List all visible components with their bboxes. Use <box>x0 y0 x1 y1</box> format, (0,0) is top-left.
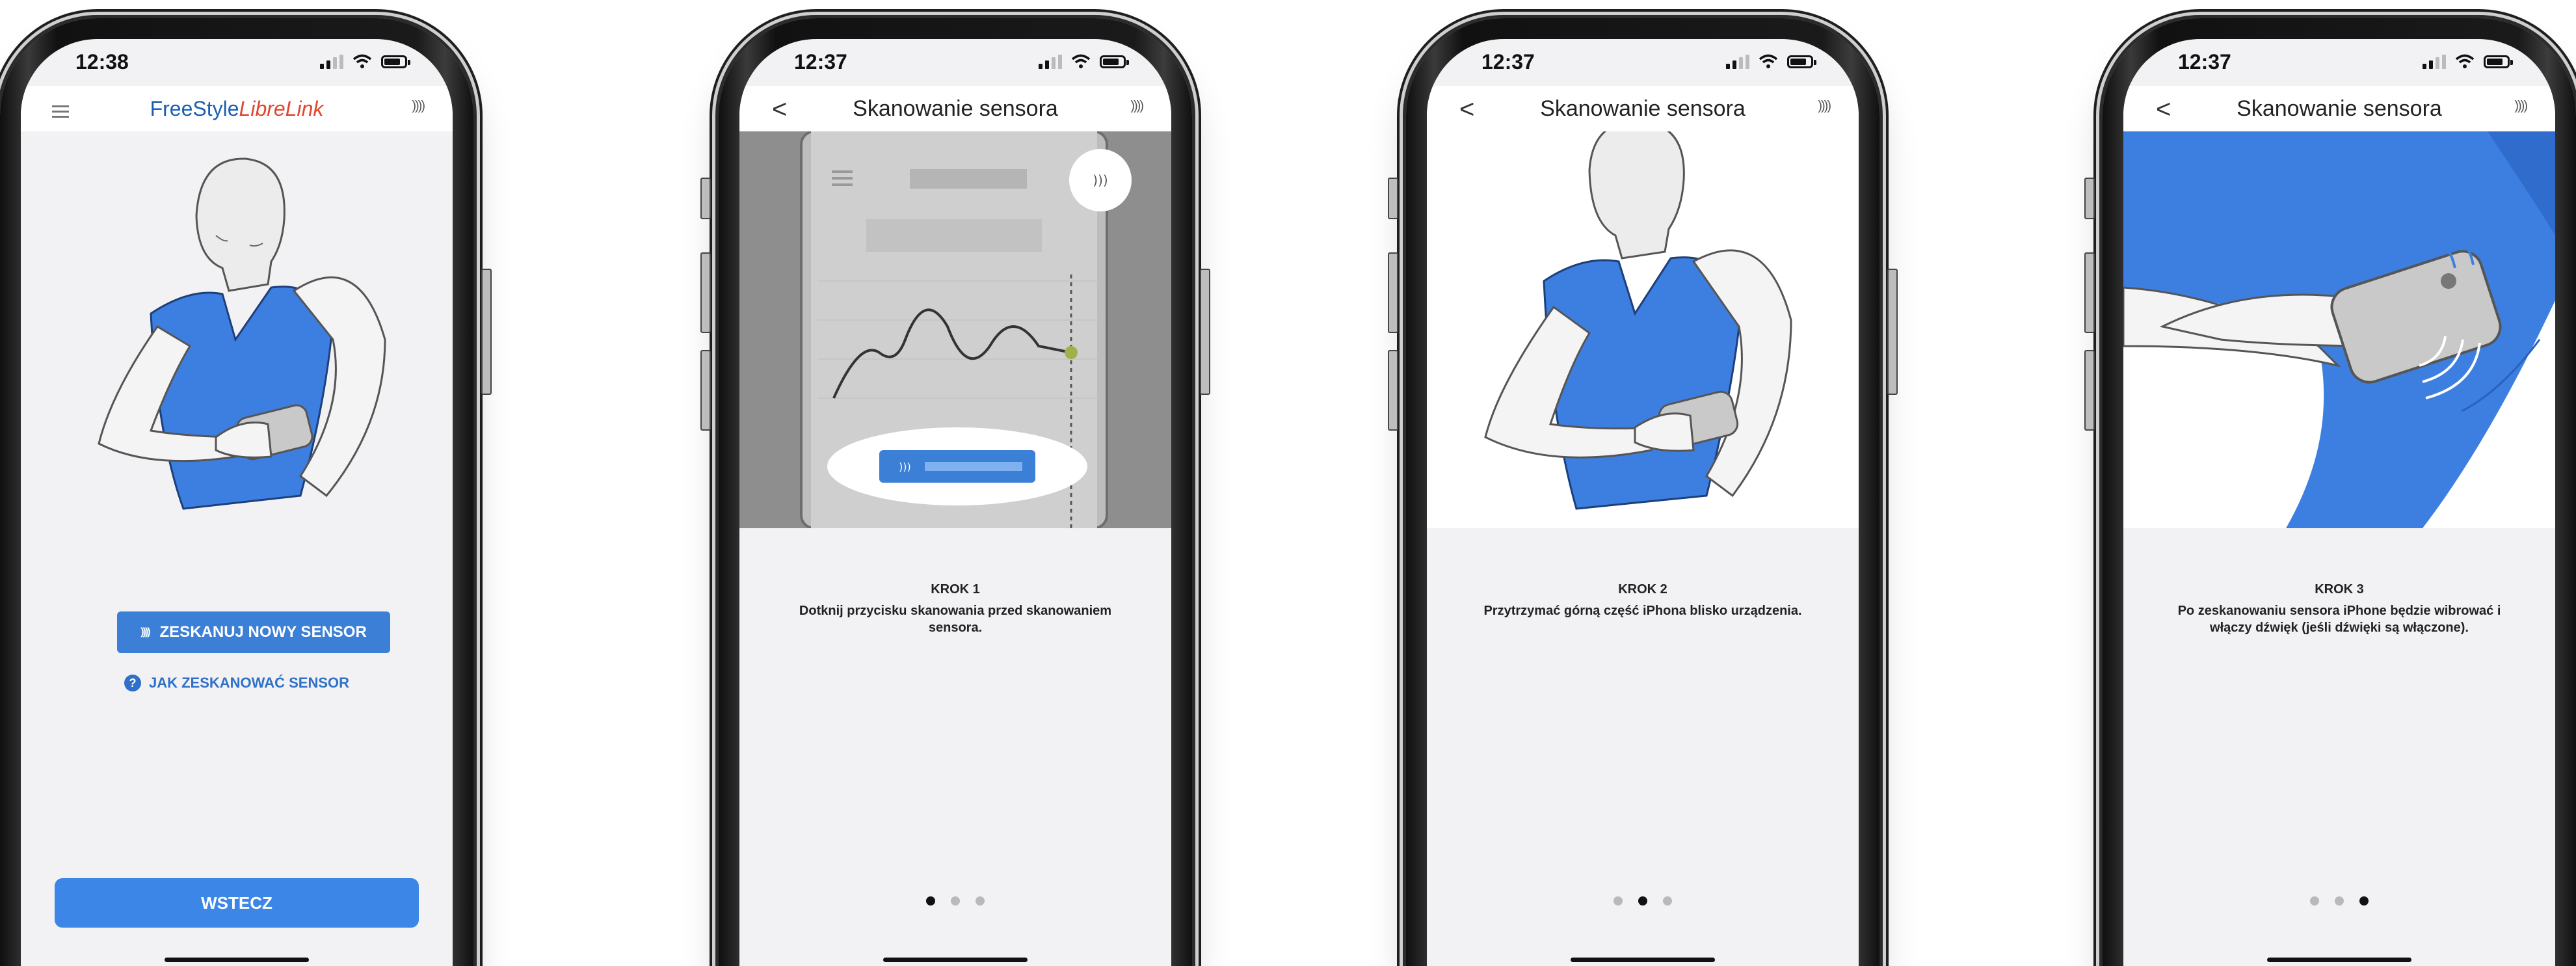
wifi-icon <box>1759 54 1778 70</box>
status-time: 12:37 <box>794 49 847 74</box>
battery-icon <box>381 55 410 68</box>
scan-button-illustration: ))) ))) <box>739 131 1171 528</box>
home-indicator[interactable] <box>2267 958 2411 962</box>
page-title: Skanowanie sensora <box>1540 96 1746 121</box>
volume-up-button <box>2084 252 2095 333</box>
signal-icon <box>2423 55 2446 69</box>
scan-new-sensor-button[interactable]: )))) ZESKANUJ NOWY SENSOR <box>117 611 390 653</box>
page-dot-2[interactable] <box>951 896 960 906</box>
illustration-step-1: ))) ))) <box>739 131 1171 528</box>
status-time: 12:37 <box>1481 49 1535 74</box>
scan-nfc-icon[interactable]: )))) <box>1130 99 1144 114</box>
back-chevron-icon[interactable]: < <box>772 95 787 124</box>
mute-switch <box>1388 178 1398 219</box>
step-1-block: KROK 1 Dotknij przycisku skanowania prze… <box>739 582 1171 636</box>
man-scanning-illustration <box>98 157 386 510</box>
status-bar: 12:38 <box>21 39 453 85</box>
power-button <box>481 269 492 395</box>
page-dot-2[interactable] <box>1638 896 1647 906</box>
back-button[interactable]: WSTECZ <box>55 878 419 928</box>
battery-icon <box>1787 55 1816 68</box>
status-time: 12:38 <box>75 49 129 74</box>
power-button <box>1887 269 1898 395</box>
volume-down-button <box>2084 350 2095 431</box>
phone-2: 12:37 < Skanowanie sensora )))))))))) … <box>700 18 1210 966</box>
step-text: Po zeskanowaniu sensora iPhone będzie wi… <box>2177 604 2501 635</box>
signal-icon <box>1039 55 1062 69</box>
how-to-scan-label: JAK ZESKANOWAĆ SENSOR <box>148 675 350 691</box>
battery-icon <box>2484 55 2513 68</box>
step-title: KROK 2 <box>1618 582 1667 597</box>
svg-text:))): ))) <box>1093 172 1108 188</box>
how-to-scan-link[interactable]: ? JAK ZESKANOWAĆ SENSOR <box>21 675 453 691</box>
volume-down-button <box>1388 350 1398 431</box>
page-dot-3[interactable] <box>1663 896 1672 906</box>
home-indicator[interactable] <box>883 958 1028 962</box>
status-bar: 12:37 <box>1427 39 1859 85</box>
step-text: Dotknij przycisku skanowania przed skano… <box>799 604 1112 635</box>
back-chevron-icon[interactable]: < <box>2156 95 2171 124</box>
signal-icon <box>320 55 343 69</box>
page-title: Skanowanie sensora <box>853 96 1058 121</box>
page-indicator[interactable] <box>739 896 1171 906</box>
nav-bar: < Skanowanie sensora )))) <box>2123 86 2555 131</box>
page-dot-1[interactable] <box>926 896 935 906</box>
scan-nfc-icon[interactable]: )))) <box>412 99 425 114</box>
back-chevron-icon[interactable]: < <box>1459 95 1474 124</box>
scan-nfc-icon[interactable]: )))) <box>2514 99 2528 114</box>
brand-logo: FreeStyleLibreLink <box>150 96 324 120</box>
nav-bar: < Skanowanie sensora )))) <box>1427 86 1859 131</box>
volume-up-button <box>700 252 711 333</box>
battery-icon <box>1100 55 1129 68</box>
illustration-step-2 <box>1427 131 1859 528</box>
page-dot-1[interactable] <box>2310 896 2319 906</box>
page-indicator[interactable] <box>1427 896 1859 906</box>
screen-home: 12:38 FreeStyleLibreLink )))))))) ZESKA… <box>21 39 453 966</box>
page-title: Skanowanie sensora <box>2237 96 2442 121</box>
app-header: FreeStyleLibreLink )))) <box>21 86 453 131</box>
nav-bar: < Skanowanie sensora )))) <box>739 86 1171 131</box>
scan-nfc-icon[interactable]: )))) <box>1818 99 1831 114</box>
page-dot-1[interactable] <box>1613 896 1623 906</box>
step-3-block: KROK 3 Po zeskanowaniu sensora iPhone bę… <box>2123 582 2555 636</box>
home-indicator[interactable] <box>1571 958 1715 962</box>
scan-nfc-icon: )))) <box>140 626 150 637</box>
screen-step-2: 12:37 < Skanowanie sensora )))) KROK 2 P… <box>1427 39 1859 966</box>
help-icon: ? <box>124 675 141 691</box>
screen-step-1: 12:37 < Skanowanie sensora )))))))))) … <box>739 39 1171 966</box>
wifi-icon <box>1071 54 1091 70</box>
wifi-icon <box>352 54 372 70</box>
status-time: 12:37 <box>2178 49 2231 74</box>
step-title: KROK 3 <box>2315 582 2364 597</box>
page-dot-3[interactable] <box>976 896 985 906</box>
mute-switch <box>2084 178 2095 219</box>
hamburger-menu-icon[interactable] <box>52 102 69 121</box>
home-indicator[interactable] <box>165 958 309 962</box>
signal-icon <box>1726 55 1749 69</box>
step-text: Przytrzymać górną część iPhona blisko ur… <box>1483 604 1802 618</box>
step-title: KROK 1 <box>931 582 980 597</box>
wifi-icon <box>2455 54 2475 70</box>
volume-down-button <box>700 350 711 431</box>
volume-up-button <box>1388 252 1398 333</box>
illustration-step-3 <box>2123 131 2555 528</box>
phone-vibrating-illustration <box>2123 131 2555 528</box>
page-dot-3[interactable] <box>2359 896 2369 906</box>
mute-switch <box>700 178 711 219</box>
phone-4: 12:37 < Skanowanie sensora )))) KROK 3 P… <box>2084 18 2576 966</box>
svg-text:))): ))) <box>899 461 911 473</box>
page-dot-2[interactable] <box>2335 896 2344 906</box>
step-2-block: KROK 2 Przytrzymać górną część iPhona bl… <box>1427 582 1859 619</box>
power-button <box>1200 269 1210 395</box>
page-indicator[interactable] <box>2123 896 2555 906</box>
status-bar: 12:37 <box>2123 39 2555 85</box>
screen-step-3: 12:37 < Skanowanie sensora )))) KROK 3 P… <box>2123 39 2555 966</box>
phone-1: 12:38 FreeStyleLibreLink )))))))) ZESKA… <box>0 18 492 966</box>
illustration-man-scanning <box>21 131 453 587</box>
man-holding-phone-illustration <box>1484 131 1792 510</box>
scan-new-sensor-label: ZESKANUJ NOWY SENSOR <box>159 623 367 641</box>
status-bar: 12:37 <box>739 39 1171 85</box>
phone-3: 12:37 < Skanowanie sensora )))) KROK 2 P… <box>1388 18 1898 966</box>
